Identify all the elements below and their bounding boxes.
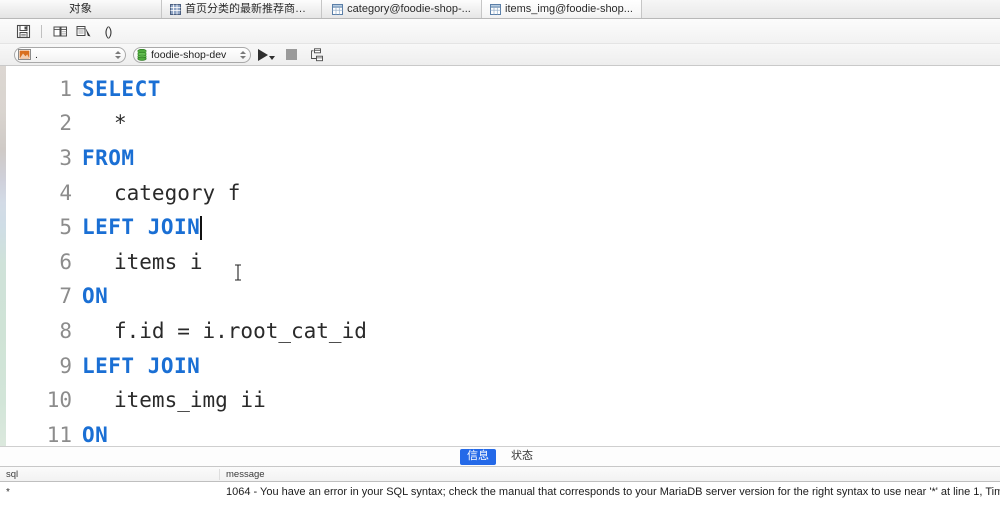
result-grid-header: sql message xyxy=(0,467,1000,482)
column-header-sql[interactable]: sql xyxy=(0,468,220,480)
database-icon xyxy=(137,48,147,61)
beautify-sql-button[interactable]: () xyxy=(99,22,117,40)
code-text: f.id = i.root_cat_id xyxy=(114,318,367,343)
explain-tree-button[interactable] xyxy=(307,46,325,64)
code-line[interactable]: 11 ON xyxy=(6,418,1000,446)
tab-bar: 对象 首页分类的最新推荐商品... category@foodie-shop-.… xyxy=(0,0,1000,19)
save-button[interactable] xyxy=(14,22,32,40)
result-grid-empty-space xyxy=(0,502,1000,522)
explain-plan-button[interactable] xyxy=(75,22,93,40)
table-row[interactable]: * 1064 - You have an error in your SQL s… xyxy=(0,482,1000,502)
table-icon xyxy=(332,3,344,15)
code-text: LEFT JOIN xyxy=(82,215,201,240)
toolbar-primary-row: () xyxy=(0,19,1000,43)
code-text: FROM xyxy=(82,145,135,170)
code-text: items i xyxy=(114,249,203,274)
code-line[interactable]: 8 f.id = i.root_cat_id xyxy=(6,314,1000,349)
tab-bar-empty-space xyxy=(642,0,1000,18)
database-select[interactable]: foodie-shop-dev xyxy=(133,46,251,63)
line-number: 5 xyxy=(59,215,72,240)
code-pane[interactable]: 1 SELECT 2 * 3 FROM 4 category f 5 LEFT JOIN 6 item… xyxy=(6,66,1000,446)
column-header-message[interactable]: message xyxy=(220,469,1000,480)
table-icon xyxy=(490,3,502,15)
tab-items-img-table[interactable]: items_img@foodie-shop... xyxy=(482,0,642,18)
line-number: 10 xyxy=(46,388,72,413)
code-text: * xyxy=(114,111,127,136)
result-tabs: 信息 状态 xyxy=(0,447,1000,467)
code-line[interactable]: 1 SELECT xyxy=(6,72,1000,107)
objects-tab-label: 对象 xyxy=(69,2,92,15)
code-text: category f xyxy=(114,180,241,205)
chevron-down-icon[interactable] xyxy=(269,55,275,60)
code-line[interactable]: 6 items i xyxy=(6,245,1000,280)
explain-plan-icon xyxy=(76,25,91,36)
code-line[interactable]: 5 LEFT JOIN xyxy=(6,210,1000,245)
code-text: LEFT JOIN xyxy=(82,353,201,378)
tab-label: items_img@foodie-shop... xyxy=(505,2,633,15)
code-line[interactable]: 3 FROM xyxy=(6,141,1000,176)
run-query-button[interactable] xyxy=(258,48,275,61)
save-disk-icon xyxy=(16,24,30,38)
query-builder-button[interactable] xyxy=(51,22,69,40)
tab-label: category@foodie-shop-... xyxy=(347,2,471,15)
query-builder-icon xyxy=(53,26,67,36)
line-number: 11 xyxy=(46,422,72,446)
code-text: SELECT xyxy=(82,76,161,101)
code-line[interactable]: 10 items_img ii xyxy=(6,383,1000,418)
line-number: 9 xyxy=(59,353,72,378)
toolbar-secondary-row: . foodie-shop-dev xyxy=(0,43,1000,65)
code-line[interactable]: 7 ON xyxy=(6,280,1000,315)
cell-message: 1064 - You have an error in your SQL syn… xyxy=(226,486,1000,498)
line-number: 8 xyxy=(59,318,72,343)
line-number: 6 xyxy=(59,249,72,274)
code-line[interactable]: 9 LEFT JOIN xyxy=(6,349,1000,384)
toolbar: () . foodie-shop-dev xyxy=(0,19,1000,66)
stop-square-icon xyxy=(285,49,297,60)
stop-query-button[interactable] xyxy=(282,46,300,64)
sql-file-value: . xyxy=(35,48,38,61)
code-text: ON xyxy=(82,422,109,446)
explain-tree-icon xyxy=(310,47,323,61)
line-number: 1 xyxy=(59,76,72,101)
line-number: 7 xyxy=(59,284,72,309)
tab-status[interactable]: 状态 xyxy=(504,449,540,465)
sql-file-select[interactable]: . xyxy=(14,46,126,63)
code-line[interactable]: 2 * xyxy=(6,107,1000,142)
database-value: foodie-shop-dev xyxy=(151,48,227,61)
sql-editor[interactable]: 1 SELECT 2 * 3 FROM 4 category f 5 LEFT JOIN 6 item… xyxy=(0,66,1000,446)
line-number: 2 xyxy=(59,111,72,136)
tab-message[interactable]: 信息 xyxy=(460,448,496,465)
line-number: 4 xyxy=(59,180,72,205)
result-panel: 信息 状态 sql message * 1064 - You have an e… xyxy=(0,446,1000,522)
tab-label: 首页分类的最新推荐商品... xyxy=(185,2,313,15)
tab-category-table[interactable]: category@foodie-shop-... xyxy=(322,0,482,18)
line-number: 3 xyxy=(59,145,72,170)
code-text: ON xyxy=(82,284,109,309)
tab-query-recommend[interactable]: 首页分类的最新推荐商品... xyxy=(162,0,322,18)
chevron-updown-icon[interactable] xyxy=(113,49,122,61)
code-line[interactable]: 4 category f xyxy=(6,176,1000,211)
query-grid-icon xyxy=(170,3,181,15)
code-text: items_img ii xyxy=(114,388,266,413)
chevron-updown-icon[interactable] xyxy=(238,49,247,61)
run-play-icon xyxy=(258,48,268,61)
sql-file-icon xyxy=(18,49,31,60)
cell-sql: * xyxy=(6,486,10,498)
text-caret xyxy=(200,215,203,240)
sql-editor-window: 对象 首页分类的最新推荐商品... category@foodie-shop-.… xyxy=(0,0,1000,522)
toolbar-separator xyxy=(41,24,42,38)
sidebar-item-objects[interactable]: 对象 xyxy=(0,0,162,18)
